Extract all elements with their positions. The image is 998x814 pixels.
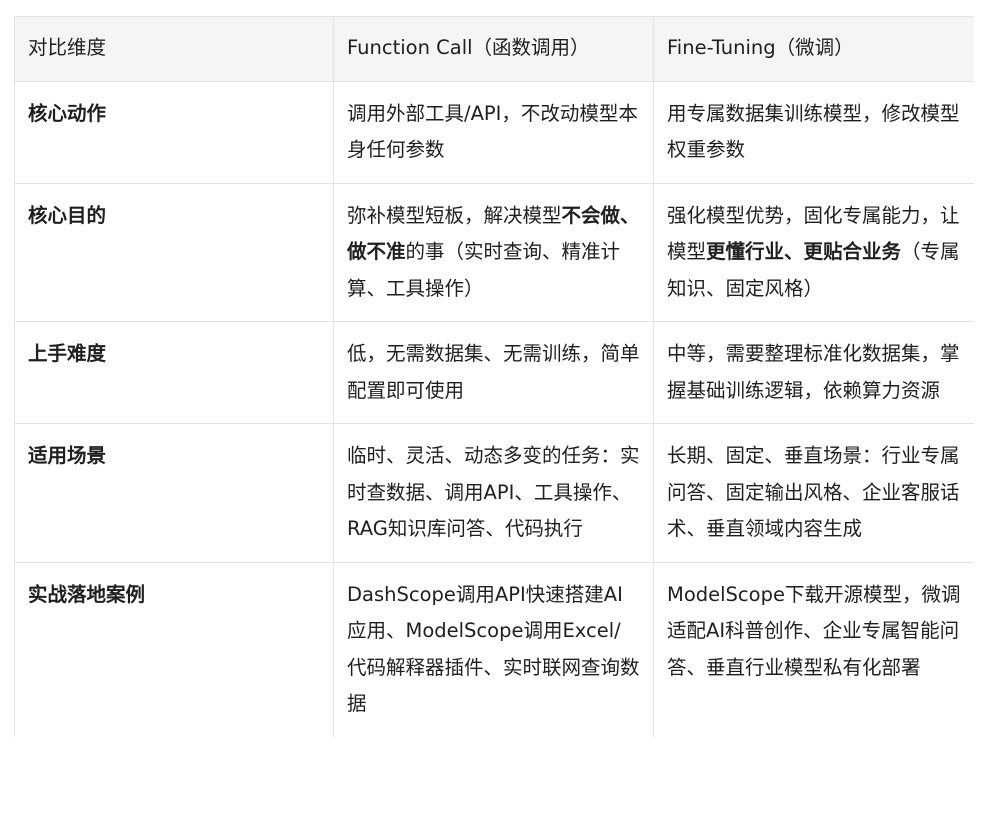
cell-function-call: 弥补模型短板，解决模型不会做、做不准的事（实时查询、精准计算、工具操作）: [333, 182, 654, 322]
cell-function-call: 调用外部工具/API，不改动模型本身任何参数: [333, 80, 654, 184]
table-row: 上手难度 低，无需数据集、无需训练，简单配置即可使用 中等，需要整理标准化数据集，掌…: [14, 321, 974, 424]
cell-fine-tuning: 长期、固定、垂直场景：行业专属问答、固定输出风格、企业客服话术、垂直领域内容生成: [653, 423, 974, 563]
table-row: 核心动作 调用外部工具/API，不改动模型本身任何参数 用专属数据集训练模型，修改模…: [14, 80, 974, 184]
cell-fine-tuning: 强化模型优势，固化专属能力，让模型更懂行业、更贴合业务（专属知识、固定风格）: [653, 182, 974, 322]
cell-text: 中等，需要整理标准化数据集，掌握基础训练逻辑，依赖算力资源: [667, 342, 960, 402]
table-header: 对比维度 Function Call（函数调用） Fine-Tuning（微调）: [14, 16, 974, 82]
cell-function-call: 低，无需数据集、无需训练，简单配置即可使用: [333, 321, 654, 424]
cell-text: 长期、固定、垂直场景：行业专属问答、固定输出风格、企业客服话术、垂直领域内容生成: [667, 444, 960, 540]
cell-fine-tuning: 用专属数据集训练模型，修改模型权重参数: [653, 80, 974, 184]
cell-fine-tuning: 中等，需要整理标准化数据集，掌握基础训练逻辑，依赖算力资源: [653, 321, 974, 424]
cell-text: ModelScope下载开源模型，微调适配AI科普创作、企业专属智能问答、垂直行…: [667, 582, 961, 679]
table-row: 核心目的 弥补模型短板，解决模型不会做、做不准的事（实时查询、精准计算、工具操作）…: [14, 182, 974, 322]
emphasis-text: 更懂行业、更贴合业务: [706, 240, 902, 263]
table-row: 适用场景 临时、灵活、动态多变的任务：实时查数据、调用API、工具操作、RAG知识…: [14, 423, 974, 563]
header-row: 对比维度 Function Call（函数调用） Fine-Tuning（微调）: [14, 16, 974, 82]
cell-text: 临时、灵活、动态多变的任务：实时查数据、调用API、工具操作、RAG知识库问答、…: [347, 444, 640, 540]
cell-text: DashScope调用API快速搭建AI应用、ModelScope调用Excel…: [347, 582, 640, 716]
comparison-table-container: 对比维度 Function Call（函数调用） Fine-Tuning（微调）…: [14, 16, 974, 802]
cell-function-call: 临时、灵活、动态多变的任务：实时查数据、调用API、工具操作、RAG知识库问答、…: [333, 423, 654, 563]
cell-fine-tuning: ModelScope下载开源模型，微调适配AI科普创作、企业专属智能问答、垂直行…: [653, 561, 974, 737]
header-function-call: Function Call（函数调用）: [333, 16, 654, 82]
row-dimension-label: 核心目的: [14, 182, 334, 322]
header-dimension: 对比维度: [14, 16, 334, 82]
row-dimension-label: 核心动作: [14, 80, 334, 184]
row-dimension-label: 适用场景: [14, 423, 334, 563]
table-body: 核心动作 调用外部工具/API，不改动模型本身任何参数 用专属数据集训练模型，修改模…: [14, 80, 974, 737]
header-fine-tuning: Fine-Tuning（微调）: [653, 16, 974, 82]
cell-text: 调用外部工具/API，不改动模型本身任何参数: [347, 101, 638, 162]
cell-function-call: DashScope调用API快速搭建AI应用、ModelScope调用Excel…: [333, 561, 654, 737]
comparison-table: 对比维度 Function Call（函数调用） Fine-Tuning（微调）…: [14, 16, 974, 737]
row-dimension-label: 上手难度: [14, 321, 334, 424]
cell-text: 弥补模型短板，解决模型: [347, 203, 562, 227]
row-dimension-label: 实战落地案例: [14, 561, 334, 737]
cell-text: 低，无需数据集、无需训练，简单配置即可使用: [347, 342, 640, 402]
cell-text: 用专属数据集训练模型，修改模型权重参数: [667, 101, 960, 162]
table-row: 实战落地案例 DashScope调用API快速搭建AI应用、ModelScope调…: [14, 561, 974, 737]
